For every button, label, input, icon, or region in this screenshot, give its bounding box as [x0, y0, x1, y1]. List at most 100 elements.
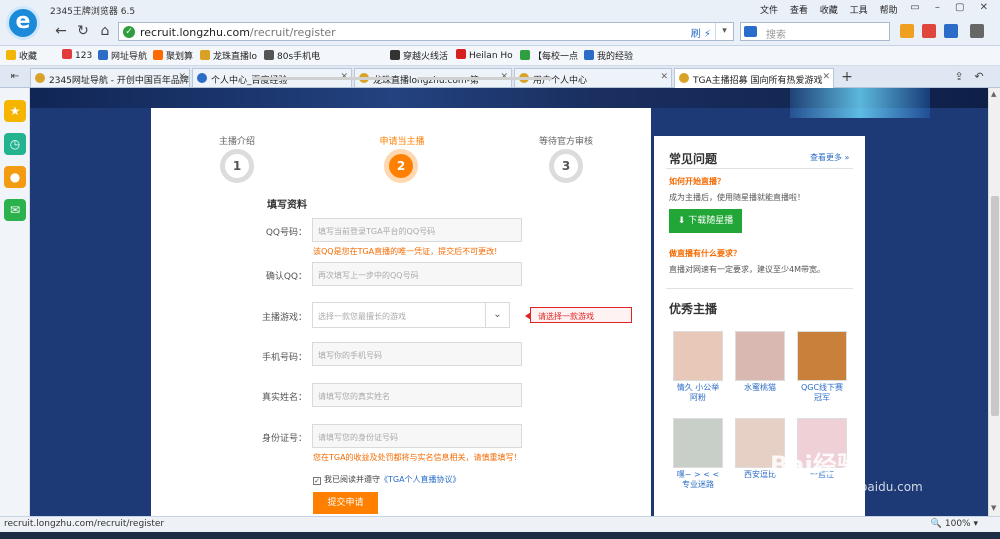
new-tab-button[interactable]: +: [838, 68, 856, 86]
share-icon[interactable]: ⇪: [950, 68, 968, 86]
watermark-logo: Bai经验: [770, 451, 861, 479]
wechat-icon[interactable]: ✉: [4, 199, 26, 221]
status-url: recruit.longzhu.com/recruit/register: [4, 519, 165, 529]
favorites-star-icon[interactable]: ★: [4, 100, 26, 122]
window-controls[interactable]: ▭ – ▢ ✕: [910, 2, 994, 13]
download-button[interactable]: ⬇ 下载随星播: [669, 209, 742, 233]
menu-bar: 文件 查看 收藏 工具 帮助: [760, 3, 907, 16]
phone-input[interactable]: 填写你的手机号码: [312, 342, 522, 366]
favicon-icon: [679, 73, 689, 83]
favorite-item[interactable]: 【每校一点: [520, 49, 578, 62]
tab-list-icon[interactable]: ⇤: [6, 68, 24, 86]
window-icon[interactable]: [944, 24, 958, 38]
game-select[interactable]: 选择一款您最擅长的游戏 ⌄: [312, 302, 510, 328]
undo-close-icon[interactable]: ↶: [970, 68, 988, 86]
menu-view[interactable]: 查看: [790, 6, 808, 16]
real-name-label: 真实姓名：: [261, 393, 307, 403]
step-label-active: 申请当主播: [379, 137, 425, 147]
agreement-row: ✓ 我已阅读并遵守《TGA个人直播协议》: [313, 474, 461, 485]
faq-question[interactable]: 做直播有什么要求？: [669, 248, 741, 259]
download-icon[interactable]: [970, 24, 984, 38]
address-tools[interactable]: 刷 ⚡: [691, 25, 711, 40]
streamer-card[interactable]: 水蜜桃猫: [735, 331, 785, 393]
star-icon: [6, 50, 16, 60]
qq-hint: 该QQ是您在TGA直播的唯一凭证，提交后不可更改!: [313, 247, 498, 256]
apps-icon[interactable]: [900, 24, 914, 38]
refresh-button[interactable]: ↻: [74, 22, 92, 40]
address-bar[interactable]: ✓ recruit.longzhu.com/recruit/register 刷…: [118, 22, 734, 41]
favicon-icon: [456, 49, 466, 59]
favorites-menu[interactable]: 收藏: [6, 49, 37, 62]
streamer-name[interactable]: 水蜜桃猫: [735, 383, 785, 393]
favorite-item[interactable]: 80s手机电: [264, 49, 320, 62]
menu-tools[interactable]: 工具: [850, 6, 868, 16]
favorites-bar: 收藏 123 网址导航 聚划算 龙珠直播lo 80s手机电 穿越火线活 Heil…: [0, 46, 1000, 66]
browser-sidebar: ★ ◷ ● ✉: [0, 88, 30, 516]
streamer-photo: [735, 331, 785, 381]
chevron-down-icon[interactable]: ⌄: [485, 303, 509, 327]
favorite-item[interactable]: 聚划算: [153, 49, 193, 62]
streamer-name[interactable]: 情久 小公举阿粉: [673, 383, 723, 403]
search-engine-icon[interactable]: [744, 26, 757, 37]
favorite-item[interactable]: 我的经验: [584, 49, 633, 62]
step-circle: 1: [220, 149, 254, 183]
streamer-name[interactable]: 嘿~ > < < 专业迷路: [673, 470, 723, 490]
favicon-icon: [35, 73, 45, 83]
divider: [666, 288, 853, 289]
id-hint: 您在TGA的收益及处罚都将与实名信息相关，请慎重填写！: [313, 453, 522, 462]
id-number-label: 身份证号：: [261, 434, 307, 444]
tab[interactable]: 2345网址导航 - 开创中国百年品牌 ✕: [30, 68, 190, 87]
history-clock-icon[interactable]: ◷: [4, 133, 26, 155]
favorite-item[interactable]: Heilan Ho: [456, 49, 513, 61]
faq-more-link[interactable]: 查看更多 »: [810, 152, 849, 163]
step-line: [252, 77, 392, 80]
scrollbar-thumb[interactable]: [991, 196, 999, 416]
screenshot-icon[interactable]: [922, 24, 936, 38]
zoom-level[interactable]: 🔍 100% ▾: [931, 519, 978, 529]
qq-input[interactable]: 填写当前登录TGA平台的QQ号码: [312, 218, 522, 242]
agreement-link[interactable]: 《TGA个人直播协议》: [380, 475, 461, 484]
faq-answer: 直播对网速有一定要求，建议至少4M带宽。: [669, 265, 825, 274]
favorite-item[interactable]: 网址导航: [98, 49, 147, 62]
back-button[interactable]: ←: [52, 22, 70, 40]
step-circle: 3: [549, 149, 583, 183]
scroll-down-icon[interactable]: ▼: [991, 504, 996, 512]
streamer-card[interactable]: 情久 小公举阿粉: [673, 331, 723, 403]
favorite-item[interactable]: 123: [62, 49, 92, 61]
real-name-input[interactable]: 请填写您的真实姓名: [312, 383, 522, 407]
home-button[interactable]: ⌂: [96, 22, 114, 40]
divider: [666, 168, 853, 169]
id-number-input[interactable]: 请填写您的身份证号码: [312, 424, 522, 448]
menu-favorites[interactable]: 收藏: [820, 6, 838, 16]
url-history-dropdown[interactable]: ▾: [715, 23, 733, 40]
vertical-scrollbar[interactable]: ▲ ▼: [988, 88, 1000, 516]
agree-checkbox[interactable]: ✓: [313, 477, 321, 485]
streamer-name[interactable]: QGC线下赛冠军: [797, 383, 847, 403]
scroll-up-icon[interactable]: ▲: [991, 90, 996, 98]
watermark-url: jingyan.baidu.com: [812, 480, 923, 494]
browser-logo-icon: e: [6, 6, 40, 40]
close-tab-icon[interactable]: ✕: [178, 72, 186, 82]
favicon-icon: [98, 50, 108, 60]
submit-button[interactable]: 提交申请: [313, 492, 378, 514]
weibo-icon[interactable]: ●: [4, 166, 26, 188]
menu-file[interactable]: 文件: [760, 6, 778, 16]
menu-help[interactable]: 帮助: [880, 6, 898, 16]
close-tab-icon[interactable]: ✕: [822, 72, 830, 82]
search-box[interactable]: 搜索: [740, 22, 890, 41]
download-icon: ⬇: [677, 216, 689, 226]
streamer-card[interactable]: QGC线下赛冠军: [797, 331, 847, 403]
game-select-placeholder: 选择一款您最擅长的游戏: [318, 312, 406, 321]
game-label: 主播游戏：: [261, 313, 307, 323]
faq-answer: 成为主播后，使用随星播就能直播啦！: [669, 193, 805, 202]
faq-title: 常见问题: [669, 152, 718, 166]
confirm-qq-input[interactable]: 再次填写上一步中的QQ号码: [312, 262, 522, 286]
streamer-card[interactable]: 嘿~ > < < 专业迷路: [673, 418, 723, 490]
close-tab-icon[interactable]: ✕: [660, 72, 668, 82]
browser-title: 2345王牌浏览器 6.5: [50, 7, 136, 17]
faq-question[interactable]: 如何开始直播？: [669, 176, 725, 187]
game-error-tip: 请选择一款游戏: [525, 307, 632, 323]
favorite-item[interactable]: 穿越火线活: [390, 49, 448, 62]
favorite-item[interactable]: 龙珠直播lo: [200, 49, 257, 62]
tab-active[interactable]: TGA主播招募 国向所有热爱游戏 ✕: [674, 68, 834, 88]
